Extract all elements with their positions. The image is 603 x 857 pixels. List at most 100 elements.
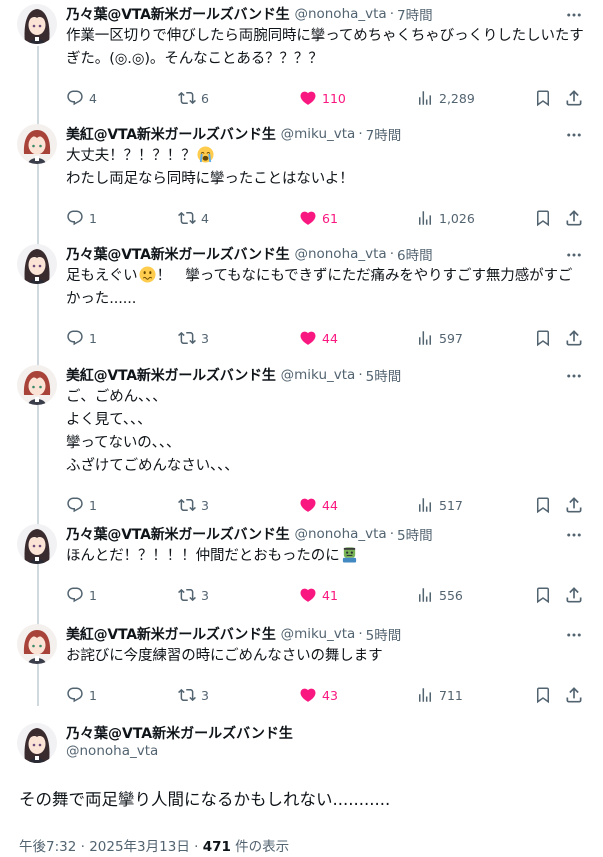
like-button[interactable]: 44 xyxy=(299,327,338,349)
views-button[interactable]: 597 xyxy=(416,327,463,349)
nonoha-avatar[interactable] xyxy=(17,4,57,44)
retweet-icon xyxy=(178,329,196,347)
views-button[interactable]: 1,026 xyxy=(416,207,475,229)
share-icon[interactable] xyxy=(564,208,584,228)
view-count: 556 xyxy=(439,587,463,603)
tweet-time[interactable]: 7時間 xyxy=(397,4,433,24)
share-icon[interactable] xyxy=(564,495,584,515)
post-timestamp[interactable]: 午後7:32 · 2025年3月13日 · xyxy=(19,839,203,855)
views-chart-icon xyxy=(416,89,434,107)
tweet-time[interactable]: 7時間 xyxy=(366,124,402,144)
author-handle[interactable]: @miku_vta xyxy=(281,367,356,383)
tweet-actions: 4 6 110 2,289 xyxy=(66,87,586,109)
tweet-header: 乃々葉@VTA新米ガールズバンド生 @nonoha_vta · 7時間 xyxy=(66,4,433,24)
like-button[interactable]: 43 xyxy=(299,684,338,706)
retweet-button[interactable]: 3 xyxy=(178,684,209,706)
bookmark-icon[interactable] xyxy=(534,328,552,348)
retweet-button[interactable]: 3 xyxy=(178,494,209,516)
share-icon[interactable] xyxy=(564,328,584,348)
tweet-time[interactable]: 6時間 xyxy=(397,244,433,264)
author-handle[interactable]: @nonoha_vta xyxy=(294,526,386,542)
author-handle[interactable]: @nonoha_vta xyxy=(294,6,386,22)
author-name[interactable]: 美紅@VTA新米ガールズバンド生 xyxy=(66,365,276,385)
like-count: 41 xyxy=(322,587,338,603)
reply-tweet[interactable]: 美紅@VTA新米ガールズバンド生 @miku_vta · 7時間 大丈夫！？！？！？ わ… xyxy=(0,124,603,234)
like-button[interactable]: 41 xyxy=(299,584,338,606)
author-name[interactable]: 乃々葉@VTA新米ガールズバンド生 xyxy=(66,244,290,264)
retweet-icon xyxy=(178,89,196,107)
nonoha-avatar[interactable] xyxy=(17,244,57,284)
author-name[interactable]: 美紅@VTA新米ガールズバンド生 xyxy=(66,624,276,644)
reply-count: 4 xyxy=(89,90,97,106)
author-handle[interactable]: @nonoha_vta xyxy=(66,743,158,759)
views-button[interactable]: 711 xyxy=(416,684,463,706)
author-handle[interactable]: @miku_vta xyxy=(281,626,356,642)
views-button[interactable]: 517 xyxy=(416,494,463,516)
views-button[interactable]: 556 xyxy=(416,584,463,606)
miku-avatar[interactable] xyxy=(17,365,57,405)
more-options-icon[interactable] xyxy=(565,246,583,264)
tweet-time[interactable]: 5時間 xyxy=(366,365,402,385)
post-text: その舞で両足攣り人間になるかもしれない........... xyxy=(19,790,391,809)
like-button[interactable]: 61 xyxy=(299,207,338,229)
reply-tweet[interactable]: 美紅@VTA新米ガールズバンド生 @miku_vta · 5時間 ご、ごめん、、、 よく… xyxy=(0,365,603,475)
author-name[interactable]: 乃々葉@VTA新米ガールズバンド生 xyxy=(66,524,290,544)
bookmark-icon[interactable] xyxy=(534,585,552,605)
author-name[interactable]: 乃々葉@VTA新米ガールズバンド生 xyxy=(66,4,290,24)
share-icon[interactable] xyxy=(564,88,584,108)
reply-button[interactable]: 1 xyxy=(66,584,97,606)
miku-avatar[interactable] xyxy=(17,624,57,664)
retweet-count: 3 xyxy=(201,687,209,703)
reply-tweet[interactable]: 乃々葉@VTA新米ガールズバンド生 @nonoha_vta · 5時間 ほんとだ！？！！… xyxy=(0,524,603,634)
retweet-count: 3 xyxy=(201,587,209,603)
reply-button[interactable]: 1 xyxy=(66,494,97,516)
reply-tweet[interactable]: 乃々葉@VTA新米ガールズバンド生 @nonoha_vta · 6時間 足もえぐい！ 攣… xyxy=(0,244,603,354)
reply-tweet[interactable]: 美紅@VTA新米ガールズバンド生 @miku_vta · 5時間 お詫びに今度練習の時に… xyxy=(0,624,603,734)
share-icon[interactable] xyxy=(564,685,584,705)
bookmark-icon[interactable] xyxy=(534,208,552,228)
more-options-icon[interactable] xyxy=(565,626,583,644)
more-options-icon[interactable] xyxy=(565,126,583,144)
views-button[interactable]: 2,289 xyxy=(416,87,475,109)
retweet-button[interactable]: 3 xyxy=(178,327,209,349)
more-options-icon[interactable] xyxy=(565,367,583,385)
avatar-image xyxy=(17,124,57,164)
bookmark-icon[interactable] xyxy=(534,88,552,108)
share-icon[interactable] xyxy=(564,585,584,605)
view-count: 711 xyxy=(439,687,463,703)
retweet-count: 3 xyxy=(201,330,209,346)
retweet-count: 3 xyxy=(201,497,209,513)
author-handle[interactable]: @miku_vta xyxy=(281,126,356,142)
bookmark-icon[interactable] xyxy=(534,685,552,705)
author-name[interactable]: 美紅@VTA新米ガールズバンド生 xyxy=(66,124,276,144)
reply-icon xyxy=(66,496,84,514)
retweet-button[interactable]: 6 xyxy=(178,87,209,109)
retweet-icon xyxy=(178,686,196,704)
tweet-header: 乃々葉@VTA新米ガールズバンド生 @nonoha_vta · 6時間 xyxy=(66,244,433,264)
reply-button[interactable]: 1 xyxy=(66,684,97,706)
tweet-text: ご、ごめん、、、 よく見て、、、 攣ってないの、、、 ふざけてごめんなさい、、、 xyxy=(66,389,239,474)
miku-avatar[interactable] xyxy=(17,124,57,164)
reply-button[interactable]: 1 xyxy=(66,327,97,349)
retweet-button[interactable]: 3 xyxy=(178,584,209,606)
like-button[interactable]: 110 xyxy=(299,87,346,109)
separator-dot: · xyxy=(358,626,363,642)
nonoha-avatar[interactable] xyxy=(17,524,57,564)
view-count: 471 xyxy=(202,839,231,855)
reply-button[interactable]: 4 xyxy=(66,87,97,109)
more-options-icon[interactable] xyxy=(565,526,583,544)
tweet-text: 足もえぐい xyxy=(66,268,138,284)
reply-icon xyxy=(66,586,84,604)
reply-count: 1 xyxy=(89,687,97,703)
author-handle[interactable]: @nonoha_vta xyxy=(294,246,386,262)
reply-tweet[interactable]: 乃々葉@VTA新米ガールズバンド生 @nonoha_vta · 7時間 作業一区切りで伸… xyxy=(0,4,603,114)
author-name[interactable]: 乃々葉@VTA新米ガールズバンド生 xyxy=(66,723,293,743)
like-button[interactable]: 44 xyxy=(299,494,338,516)
tweet-time[interactable]: 5時間 xyxy=(366,624,402,644)
reply-button[interactable]: 1 xyxy=(66,207,97,229)
more-options-icon[interactable] xyxy=(565,6,583,24)
bookmark-icon[interactable] xyxy=(534,495,552,515)
tweet-time[interactable]: 5時間 xyxy=(397,524,433,544)
nonoha-avatar[interactable] xyxy=(17,723,57,763)
retweet-button[interactable]: 4 xyxy=(178,207,209,229)
